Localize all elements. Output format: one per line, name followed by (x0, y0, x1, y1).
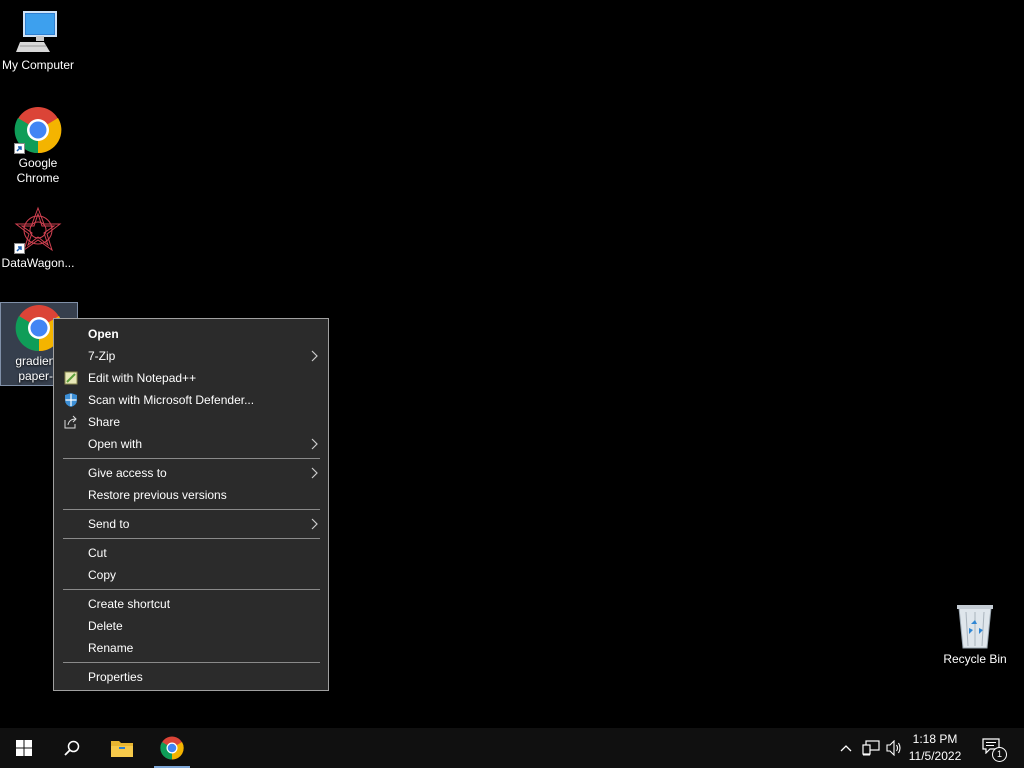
menu-item-label: Copy (88, 568, 117, 582)
menu-item-restore-versions[interactable]: Restore previous versions (54, 484, 328, 506)
defender-icon (65, 393, 77, 407)
menu-item-open[interactable]: Open (54, 323, 328, 345)
desktop-icon-label: My Computer (1, 58, 75, 72)
network-icon[interactable] (862, 740, 880, 756)
menu-item-open-with[interactable]: Open with (54, 433, 328, 455)
menu-item-scan-defender[interactable]: Scan with Microsoft Defender... (54, 389, 328, 411)
monitor-icon (14, 8, 62, 56)
context-menu: Open 7-Zip Edit with Notepad++ Scan with… (53, 318, 329, 691)
chevron-right-icon (311, 350, 318, 362)
clock[interactable]: 1:18 PM 11/5/2022 (900, 731, 970, 765)
menu-separator (63, 538, 320, 539)
chevron-right-icon (311, 438, 318, 450)
menu-separator (63, 458, 320, 459)
desktop-icon-datawagon[interactable]: DataWagon... (0, 206, 76, 271)
menu-item-7zip[interactable]: 7-Zip (54, 345, 328, 367)
desktop-icon-my-computer[interactable]: My Computer (0, 8, 76, 73)
menu-item-copy[interactable]: Copy (54, 564, 328, 586)
file-explorer-button[interactable] (102, 728, 142, 768)
search-button[interactable] (52, 728, 92, 768)
start-button[interactable] (4, 728, 44, 768)
chrome-icon (160, 736, 184, 760)
recycle-bin-icon (951, 602, 999, 650)
menu-item-label: Rename (88, 641, 134, 655)
menu-item-share[interactable]: Share (54, 411, 328, 433)
menu-item-label: Send to (88, 517, 130, 531)
file-explorer-icon (111, 741, 133, 757)
menu-item-create-shortcut[interactable]: Create shortcut (54, 593, 328, 615)
desktop-icon-google-chrome[interactable]: Google Chrome (0, 106, 76, 186)
shortcut-arrow-icon (14, 243, 25, 254)
share-icon (64, 415, 77, 429)
datawagon-logo-icon (14, 206, 62, 254)
menu-separator (63, 662, 320, 663)
menu-item-give-access[interactable]: Give access to (54, 462, 328, 484)
menu-item-label: 7-Zip (88, 349, 116, 363)
menu-item-label: Share (88, 415, 121, 429)
desktop-icon-label: Recycle Bin (943, 652, 1007, 666)
chrome-taskbar-button[interactable] (152, 728, 192, 768)
chevron-right-icon (311, 518, 318, 530)
chevron-up-icon[interactable] (839, 741, 853, 755)
clock-time: 1:18 PM (912, 732, 958, 746)
menu-item-label: Restore previous versions (88, 488, 227, 502)
shortcut-arrow-icon (14, 143, 25, 154)
desktop-icon-label: Google Chrome (16, 156, 60, 185)
chevron-right-icon (311, 467, 318, 479)
taskbar: 1:18 PM 11/5/2022 1 (0, 728, 1024, 768)
menu-item-label: Create shortcut (88, 597, 171, 611)
menu-item-cut[interactable]: Cut (54, 542, 328, 564)
menu-item-properties[interactable]: Properties (54, 666, 328, 688)
menu-item-edit-notepadpp[interactable]: Edit with Notepad++ (54, 367, 328, 389)
menu-item-rename[interactable]: Rename (54, 637, 328, 659)
desktop-icon-label: DataWagon... (1, 256, 75, 270)
menu-separator (63, 509, 320, 510)
action-center-button[interactable]: 1 (982, 738, 1007, 762)
menu-item-label: Open with (88, 437, 143, 451)
menu-separator (63, 589, 320, 590)
menu-item-label: Cut (88, 546, 107, 560)
menu-item-label: Give access to (88, 466, 167, 480)
menu-item-label: Delete (88, 619, 123, 633)
menu-item-label: Open (88, 327, 119, 341)
desktop-icon-recycle-bin[interactable]: Recycle Bin (937, 602, 1013, 667)
menu-item-send-to[interactable]: Send to (54, 513, 328, 535)
menu-item-label: Properties (88, 670, 143, 684)
chrome-icon (14, 106, 62, 154)
menu-item-label: Scan with Microsoft Defender... (88, 393, 255, 407)
clock-date: 11/5/2022 (908, 749, 962, 763)
menu-item-label: Edit with Notepad++ (88, 371, 197, 385)
search-icon (64, 740, 80, 756)
start-icon (16, 740, 32, 756)
notification-badge: 1 (992, 747, 1007, 762)
menu-item-delete[interactable]: Delete (54, 615, 328, 637)
notepadpp-icon (64, 371, 78, 385)
